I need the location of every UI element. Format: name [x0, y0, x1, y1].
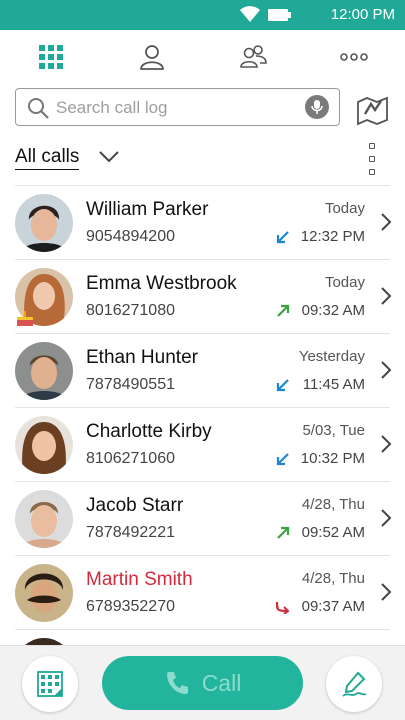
call-log-row[interactable]: William Parker 9054894200 Today 12:32 PM — [0, 185, 405, 259]
phone-number: 9054894200 — [86, 228, 175, 245]
voice-search-button[interactable] — [305, 95, 329, 119]
pen-scribble-icon — [342, 671, 367, 697]
dialpad-button[interactable] — [22, 656, 78, 712]
group-icon — [239, 45, 267, 68]
call-log-row[interactable]: Jacob Starr 7878492221 4/28, Thu 09:52 A… — [0, 481, 405, 555]
row-divider — [15, 555, 390, 556]
contact-name: Jacob Starr — [86, 495, 184, 516]
call-button[interactable]: Call — [102, 656, 303, 710]
call-log-row-partial[interactable] — [0, 629, 405, 645]
call-date: 4/28, Thu — [301, 570, 365, 587]
person-icon — [139, 45, 164, 70]
avatar[interactable] — [15, 490, 73, 548]
call-map-icon[interactable] — [355, 92, 391, 126]
call-time: 10:32 PM — [300, 450, 365, 467]
call-date: Today — [324, 200, 365, 217]
kebab-dot — [369, 156, 375, 162]
call-time: 09:52 AM — [301, 524, 365, 541]
handwriting-button[interactable] — [326, 656, 382, 712]
call-log-row[interactable]: Martin Smith 6789352270 4/28, Thu 09:37 … — [0, 555, 405, 629]
birthday-cake-icon — [17, 311, 33, 326]
row-divider — [15, 481, 390, 482]
call-time: 09:32 AM — [301, 302, 365, 319]
phone-number: 6789352270 — [86, 598, 175, 615]
row-divider — [15, 629, 390, 630]
more-dots-icon — [339, 53, 368, 61]
chevron-right-icon[interactable] — [380, 212, 392, 232]
call-log-row[interactable]: Ethan Hunter 7878490551 Yesterday 11:45 … — [0, 333, 405, 407]
call-log-list: William Parker 9054894200 Today 12:32 PM… — [0, 185, 405, 645]
status-bar: 12:00 PM — [0, 0, 405, 30]
call-log-row[interactable]: Emma Westbrook 8016271080 Today 09:32 AM — [0, 259, 405, 333]
avatar[interactable] — [15, 194, 73, 252]
chevron-down-icon[interactable] — [98, 150, 120, 164]
contact-name: Ethan Hunter — [86, 347, 198, 368]
chevron-right-icon[interactable] — [380, 434, 392, 454]
dialpad-grid-icon — [37, 671, 63, 697]
dialpad-grid-icon — [38, 45, 63, 69]
avatar[interactable] — [15, 342, 73, 400]
wifi-icon — [240, 6, 260, 22]
call-date: Yesterday — [298, 348, 365, 365]
chevron-right-icon[interactable] — [380, 508, 392, 528]
phone-number: 7878490551 — [86, 376, 175, 393]
kebab-dot — [369, 169, 375, 175]
incoming-call-icon — [276, 379, 289, 392]
call-log-row[interactable]: Charlotte Kirby 8106271060 5/03, Tue 10:… — [0, 407, 405, 481]
status-icons — [239, 6, 293, 24]
call-button-label: Call — [201, 669, 242, 696]
call-date: 5/03, Tue — [302, 422, 365, 439]
tab-bar — [0, 30, 405, 84]
incoming-call-icon — [276, 453, 289, 466]
outgoing-call-icon — [277, 304, 290, 317]
status-clock: 12:00 PM — [330, 6, 395, 23]
incoming-call-icon — [276, 231, 289, 244]
microphone-icon — [311, 100, 323, 114]
avatar[interactable] — [15, 416, 73, 474]
row-divider — [15, 333, 390, 334]
filter-row: All calls — [0, 140, 405, 176]
phone-number: 7878492221 — [86, 524, 175, 541]
call-date: 4/28, Thu — [301, 496, 365, 513]
kebab-dot — [369, 143, 375, 149]
chevron-right-icon[interactable] — [380, 582, 392, 602]
overflow-menu-button[interactable] — [364, 143, 380, 175]
call-date: Today — [324, 274, 365, 291]
search-input[interactable]: Search call log — [15, 88, 340, 126]
tab-groups[interactable] — [202, 30, 303, 84]
call-time: 09:37 AM — [301, 598, 365, 615]
chevron-right-icon[interactable] — [380, 286, 392, 306]
call-filter-dropdown[interactable]: All calls — [15, 146, 80, 170]
avatar[interactable] — [15, 564, 73, 622]
battery-icon — [268, 9, 291, 21]
phone-number: 8106271060 — [86, 450, 175, 467]
row-divider — [15, 185, 390, 186]
contact-name: Emma Westbrook — [86, 273, 237, 294]
phone-handset-icon — [166, 672, 188, 694]
chevron-right-icon[interactable] — [380, 360, 392, 380]
search-placeholder: Search call log — [56, 98, 168, 117]
row-divider — [15, 407, 390, 408]
search-icon — [28, 98, 49, 119]
tab-more[interactable] — [303, 30, 404, 84]
call-time: 11:45 AM — [302, 376, 365, 393]
tab-dialpad[interactable] — [0, 30, 101, 84]
avatar[interactable] — [15, 638, 73, 645]
bottom-action-bar: Call — [0, 645, 405, 720]
contact-name: William Parker — [86, 199, 209, 220]
phone-number: 8016271080 — [86, 302, 175, 319]
contact-name: Martin Smith — [86, 569, 193, 590]
outgoing-call-icon — [277, 526, 290, 539]
tab-contacts[interactable] — [101, 30, 202, 84]
row-divider — [15, 259, 390, 260]
search-row: Search call log — [0, 88, 405, 128]
call-time: 12:32 PM — [300, 228, 365, 245]
contact-name: Charlotte Kirby — [86, 421, 212, 442]
missed-call-icon — [275, 601, 290, 614]
